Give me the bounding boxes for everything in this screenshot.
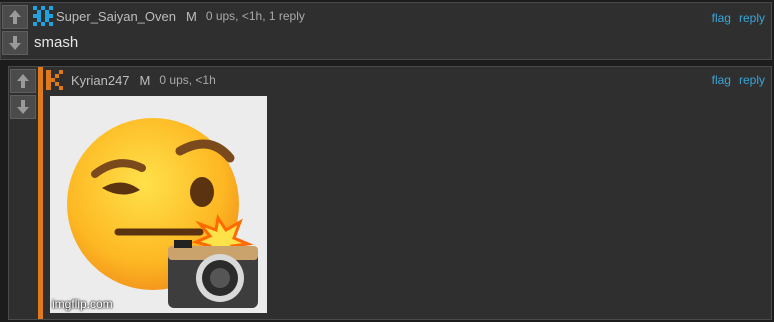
thread-stripe: [38, 67, 43, 319]
comment-actions: flag reply: [712, 73, 765, 87]
upvote-button[interactable]: [2, 5, 28, 29]
mod-badge: M: [139, 72, 151, 88]
username[interactable]: Kyrian247: [71, 73, 130, 88]
downvote-button[interactable]: [2, 31, 28, 55]
arrow-down-icon: [17, 100, 29, 114]
comment-meta: 0 ups, <1h, 1 reply: [205, 9, 305, 23]
k-letter-avatar-icon[interactable]: [46, 70, 64, 90]
pixel-avatar-icon[interactable]: [33, 6, 53, 26]
upvote-button[interactable]: [10, 69, 36, 93]
comment-text: smash: [34, 34, 79, 51]
reply-link[interactable]: reply: [739, 11, 765, 25]
flag-link[interactable]: flag: [712, 11, 731, 25]
downvote-button[interactable]: [10, 95, 36, 119]
imgflip-watermark: imgflip.com: [52, 297, 113, 311]
comment-meta: 0 ups, <1h: [159, 73, 216, 87]
comment-kyrian247: Kyrian247 M 0 ups, <1h flag reply imgfli…: [8, 66, 772, 320]
arrow-up-icon: [9, 10, 21, 24]
arrow-down-icon: [9, 36, 21, 50]
comment-actions: flag reply: [712, 11, 765, 25]
mod-badge: M: [185, 8, 197, 24]
arrow-up-icon: [17, 74, 29, 88]
flag-link[interactable]: flag: [712, 73, 731, 87]
comment-image[interactable]: imgflip.com: [50, 96, 267, 313]
comment-super-saiyan-oven: Super_Saiyan_Oven M 0 ups, <1h, 1 reply …: [0, 2, 772, 60]
raised-eyebrow-emoji-image: [67, 118, 258, 308]
username[interactable]: Super_Saiyan_Oven: [56, 9, 176, 24]
reply-link[interactable]: reply: [739, 73, 765, 87]
